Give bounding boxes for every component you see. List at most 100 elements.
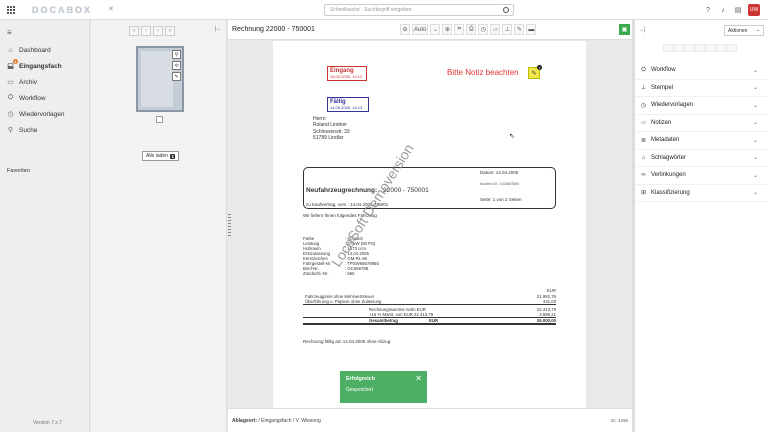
menu-icon[interactable]: ≡ bbox=[7, 28, 12, 37]
section-label: Workflow bbox=[651, 67, 676, 74]
toast-title: Erfolgreich bbox=[346, 376, 376, 382]
chevron-down-icon: ⌄ bbox=[752, 85, 758, 92]
zoom-select[interactable]: Auto bbox=[412, 24, 429, 35]
collapse-panel-icon[interactable]: |← bbox=[214, 26, 222, 32]
section-label: Wiedervorlagen bbox=[651, 102, 694, 109]
viewer-header: Rechnung 22000 - 750001 ⊖ Auto ⌄ ⊕ ⌗ ⎙ ◷… bbox=[228, 20, 632, 40]
sidebar-item-suche[interactable]: ⚲ Suche bbox=[0, 122, 90, 138]
breadcrumb-item[interactable]: V. Wiesong bbox=[296, 418, 321, 424]
sidebar-item-label: Dashboard bbox=[19, 46, 51, 54]
cost-label: +16 % MwSt. von EUR 22.413,79 bbox=[369, 311, 434, 317]
redact-icon[interactable]: ▬ bbox=[526, 24, 537, 35]
actions-select-value: Aktionen bbox=[728, 28, 748, 34]
note-add-icon[interactable]: ▱ bbox=[490, 24, 501, 35]
chevron-down-icon: ⌄ bbox=[752, 155, 758, 162]
first-page-button[interactable]: « bbox=[129, 26, 139, 36]
invoice-date: Datum: 14.04.2005 bbox=[480, 170, 519, 175]
sidebar-item-label: Wiedervorlagen bbox=[19, 110, 65, 118]
chevron-down-icon: ⌄ bbox=[752, 120, 758, 127]
archive-icon: ▭ bbox=[7, 79, 14, 86]
thumbnail-panel: « ‹ › » |← ⚲ ⟲ ✎ Alle laden 1 bbox=[91, 20, 227, 432]
section-stempel[interactable]: ⊥ Stempel ⌄ bbox=[635, 80, 768, 97]
section-notizen[interactable]: ▱ Notizen ⌄ bbox=[635, 115, 768, 132]
help-icon[interactable]: ? bbox=[703, 5, 713, 15]
breadcrumb-item[interactable]: Eingangsfach bbox=[261, 418, 291, 424]
zoom-out-icon[interactable]: ⊖ bbox=[400, 24, 410, 35]
print-icon[interactable]: ⎙ bbox=[466, 24, 477, 35]
pen-icon[interactable]: ✎ bbox=[514, 24, 525, 35]
sidebar: ≡ ⌂ Dashboard ⬓ 1 Eingangsfach ▭ Archiv ⛭ Wor… bbox=[0, 20, 90, 432]
apps-grid-icon[interactable] bbox=[7, 6, 15, 14]
search-input[interactable]: Schnellsuche - Suchbegriff eingeben bbox=[324, 4, 514, 16]
next-page-button[interactable]: › bbox=[153, 26, 163, 36]
load-all-count: 1 bbox=[169, 153, 176, 159]
page-value: 1 von 2 Seiten bbox=[492, 197, 522, 202]
sticky-note-icon[interactable]: ✎ 1 bbox=[528, 65, 542, 79]
close-icon[interactable]: ✕ bbox=[415, 374, 422, 383]
zoom-thumbnail-icon[interactable]: ⚲ bbox=[172, 50, 181, 59]
accordion: ⛭ Workflow ⌄ ⊥ Stempel ⌄ ◷ Wiedervorlagen ⌄ ▱ N… bbox=[635, 62, 768, 202]
prev-page-button[interactable]: ‹ bbox=[141, 26, 151, 36]
expand-panel-icon[interactable]: →| bbox=[638, 27, 646, 33]
address-line: Schlossenstr. 33 bbox=[313, 128, 350, 135]
section-verlinkungen[interactable]: ∞ Verlinkungen ⌄ bbox=[635, 167, 768, 185]
load-all-button[interactable]: Alle laden 1 bbox=[142, 151, 180, 161]
received-stamp[interactable]: Eingang 18.05.2005, 14:12 bbox=[327, 66, 367, 81]
due-stamp-date: 14.06.2005, 14:13 bbox=[330, 104, 363, 110]
save-icon[interactable]: ▣ bbox=[619, 24, 630, 35]
notice-text: Bitte Notiz beachten bbox=[447, 68, 519, 77]
total-value: 26.000,00 bbox=[536, 317, 556, 323]
history-icon[interactable]: ◷ bbox=[478, 24, 489, 35]
close-icon[interactable]: ✕ bbox=[108, 5, 114, 13]
stamp-icon[interactable]: ⊥ bbox=[502, 24, 513, 35]
sidebar-item-archiv[interactable]: ▭ Archiv bbox=[0, 74, 90, 90]
top-bar: DOCABOX ✕ Schnellsuche - Suchbegriff ein… bbox=[0, 0, 768, 20]
section-schlagwoerter[interactable]: ⌂ Schlagwörter ⌄ bbox=[635, 150, 768, 167]
due-stamp[interactable]: Fällig 14.06.2005, 14:13 bbox=[327, 97, 369, 112]
color-strip bbox=[663, 44, 738, 52]
sidebar-item-dashboard[interactable]: ⌂ Dashboard bbox=[0, 42, 90, 58]
section-klassifizierung[interactable]: ⊞ Klassifizierung ⌄ bbox=[635, 185, 768, 202]
last-page-button[interactable]: » bbox=[165, 26, 175, 36]
section-label: Notizen bbox=[651, 119, 672, 126]
success-toast: Erfolgreich Gespeichert ✕ bbox=[340, 371, 427, 403]
search-icon[interactable] bbox=[503, 7, 509, 13]
document-viewer[interactable]: Eingang 18.05.2005, 14:12 Fällig 14.06.2… bbox=[228, 41, 632, 408]
recipient-address: Herrn Roland Lindner Schlossenstr. 33 51… bbox=[313, 116, 350, 141]
user-menu-icon[interactable]: ▤ bbox=[733, 5, 743, 15]
sidebar-item-eingangsfach[interactable]: ⬓ 1 Eingangsfach bbox=[0, 58, 90, 74]
chevron-down-icon[interactable]: ⌄ bbox=[430, 24, 441, 35]
sidebar-item-label: Eingangsfach bbox=[19, 62, 62, 70]
avatar[interactable]: UW bbox=[748, 4, 760, 16]
sidebar-item-workflow[interactable]: ⛭ Workflow bbox=[0, 90, 90, 106]
bell-icon[interactable]: ♪ bbox=[718, 5, 728, 15]
breadcrumb-label: Ablageort: bbox=[232, 418, 257, 424]
page-thumbnail[interactable]: ⚲ ⟲ ✎ bbox=[136, 46, 184, 112]
stamp-icon: ⊥ bbox=[640, 85, 647, 92]
document-title: Rechnung 22000 - 750001 bbox=[232, 26, 315, 33]
thumbnail-page bbox=[141, 51, 173, 107]
actions-select[interactable]: Aktionen ⌄ bbox=[724, 25, 764, 36]
thumbnail-checkbox[interactable] bbox=[156, 116, 163, 123]
rotate-thumbnail-icon[interactable]: ⟲ bbox=[172, 61, 181, 70]
chevron-down-icon: ⌄ bbox=[755, 27, 760, 33]
total-label: Gesamtbetrag bbox=[369, 317, 398, 323]
section-workflow[interactable]: ⛭ Workflow ⌄ bbox=[635, 62, 768, 80]
document-page: Eingang 18.05.2005, 14:12 Fällig 14.06.2… bbox=[273, 41, 586, 408]
zoom-in-icon[interactable]: ⊕ bbox=[442, 24, 453, 35]
right-panel: →| Aktionen ⌄ ⛭ Workflow ⌄ ⊥ Stempel ⌄ ◷ Wiede… bbox=[635, 20, 768, 432]
edit-thumbnail-icon[interactable]: ✎ bbox=[172, 72, 181, 81]
currency-header: EUR bbox=[546, 288, 556, 294]
search-placeholder: Schnellsuche - Suchbegriff eingeben bbox=[330, 7, 412, 13]
fit-icon[interactable]: ⌗ bbox=[454, 24, 465, 35]
workflow-icon: ⛭ bbox=[7, 94, 14, 101]
section-wiedervorlagen[interactable]: ◷ Wiedervorlagen ⌄ bbox=[635, 97, 768, 115]
toast-message: Gespeichert bbox=[346, 387, 373, 393]
favorites-heading: Favoriten bbox=[7, 168, 30, 174]
total-row: Gesamtbetrag EUR 26.000,00 bbox=[303, 318, 556, 325]
sidebar-item-wiedervorlagen[interactable]: ◷ Wiedervorlagen bbox=[0, 106, 90, 122]
panel-resize-handle[interactable] bbox=[228, 214, 231, 236]
chevron-down-icon: ⌄ bbox=[752, 190, 758, 197]
section-metadaten[interactable]: ≣ Metadaten ⌄ bbox=[635, 132, 768, 150]
invoice-title: Neufahrzeugrechnung: 22000 - 750001 bbox=[306, 187, 429, 194]
